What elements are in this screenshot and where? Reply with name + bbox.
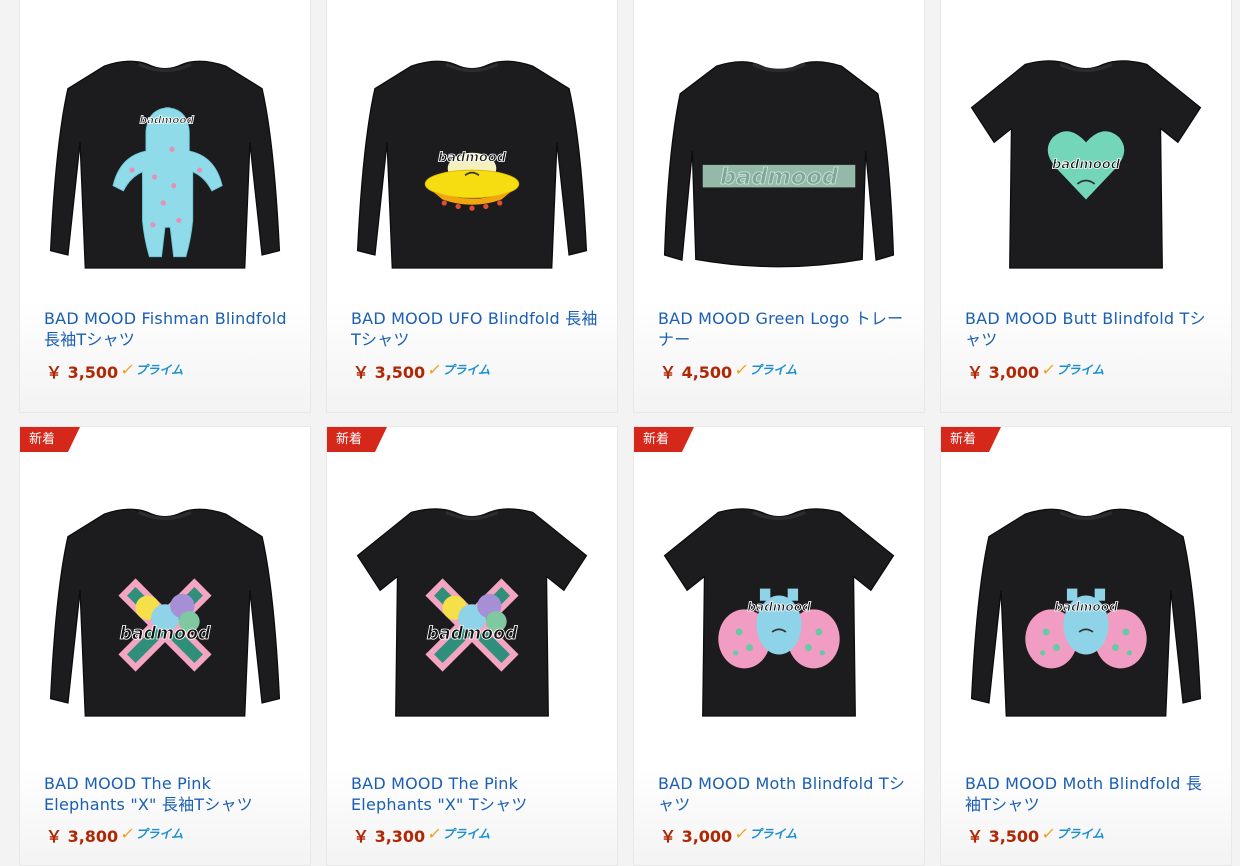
product-title-link[interactable]: BAD MOOD UFO Blindfold 長袖Tシャツ (351, 308, 599, 350)
product-card[interactable]: badmood 新着 BAD MOOD The Pink Elephants "… (326, 426, 618, 866)
prime-check-icon: ✓ (1040, 360, 1058, 379)
product-info: BAD MOOD Moth Blindfold 長袖Tシャツ ￥ 3,500 ✓… (941, 767, 1231, 865)
product-title-link[interactable]: BAD MOOD The Pink Elephants "X" 長袖Tシャツ (44, 773, 292, 815)
product-price: ￥ 3,500 (967, 827, 1040, 846)
product-grid: badmood BAD MOOD Fishman Blindfold 長袖Tシャ… (0, 0, 1240, 866)
svg-text:badmood: badmood (1052, 157, 1121, 172)
shirt-illustration: badmood (663, 60, 895, 267)
shirt-illustration: badmood (663, 508, 895, 717)
prime-label: プライム (442, 363, 491, 377)
prime-check-icon: ✓ (426, 360, 444, 379)
prime-label: プライム (749, 827, 798, 841)
prime-badge: ✓ プライム (1040, 360, 1105, 379)
product-price: ￥ 3,500 (353, 363, 426, 382)
svg-text:badmood: badmood (747, 600, 811, 614)
product-info: BAD MOOD The Pink Elephants "X" 長袖Tシャツ ￥… (20, 767, 310, 865)
product-info: BAD MOOD Green Logo トレーナー ￥ 4,500 ✓ プライム (634, 302, 924, 412)
shirt-illustration: badmood (49, 508, 281, 717)
product-image[interactable]: badmood (20, 11, 310, 316)
prime-check-icon: ✓ (426, 824, 444, 843)
product-title-link[interactable]: BAD MOOD Moth Blindfold Tシャツ (658, 773, 906, 815)
prime-badge: ✓ プライム (733, 824, 798, 843)
prime-label: プライム (442, 827, 491, 841)
shirt-illustration: badmood (49, 60, 281, 269)
product-card[interactable]: badmood BAD MOOD UFO Blindfold 長袖Tシャツ ￥ … (326, 0, 618, 413)
product-price: ￥ 4,500 (660, 363, 733, 382)
shirt-illustration: badmood (356, 508, 588, 717)
product-price: ￥ 3,000 (967, 363, 1040, 382)
product-title-link[interactable]: BAD MOOD Fishman Blindfold 長袖Tシャツ (44, 308, 292, 350)
product-title-link[interactable]: BAD MOOD Moth Blindfold 長袖Tシャツ (965, 773, 1213, 815)
prime-check-icon: ✓ (1040, 824, 1058, 843)
svg-text:badmood: badmood (438, 150, 507, 165)
shirt-illustration: badmood (356, 60, 588, 269)
prime-badge: ✓ プライム (426, 824, 491, 843)
product-card[interactable]: badmood BAD MOOD Butt Blindfold Tシャツ ￥ 3… (940, 0, 1232, 413)
product-info: BAD MOOD The Pink Elephants "X" Tシャツ ￥ 3… (327, 767, 617, 865)
prime-badge: ✓ プライム (1040, 824, 1105, 843)
prime-badge: ✓ プライム (119, 824, 184, 843)
product-image[interactable]: badmood (327, 447, 617, 777)
product-info: BAD MOOD Fishman Blindfold 長袖Tシャツ ￥ 3,50… (20, 302, 310, 412)
product-image[interactable]: badmood (634, 447, 924, 777)
product-price: ￥ 3,800 (46, 827, 119, 846)
prime-badge: ✓ プライム (119, 360, 184, 379)
prime-badge: ✓ プライム (733, 360, 798, 379)
svg-text:badmood: badmood (427, 624, 518, 644)
prime-label: プライム (135, 827, 184, 841)
prime-label: プライム (1056, 363, 1105, 377)
prime-check-icon: ✓ (119, 360, 137, 379)
prime-check-icon: ✓ (119, 824, 137, 843)
product-title-link[interactable]: BAD MOOD Butt Blindfold Tシャツ (965, 308, 1213, 350)
product-price: ￥ 3,000 (660, 827, 733, 846)
prime-label: プライム (1056, 827, 1105, 841)
prime-label: プライム (135, 363, 184, 377)
product-image[interactable]: badmood (327, 11, 617, 316)
svg-text:badmood: badmood (120, 624, 211, 644)
product-image[interactable]: badmood (941, 11, 1231, 316)
product-info: BAD MOOD Butt Blindfold Tシャツ ￥ 3,000 ✓ プラ… (941, 302, 1231, 412)
product-card[interactable]: badmood 新着 BAD MOOD The Pink Elephants "… (19, 426, 311, 866)
product-card[interactable]: badmood 新着 BAD MOOD Moth Blindfold 長袖Tシャ… (940, 426, 1232, 866)
svg-text:badmood: badmood (140, 114, 195, 126)
product-image[interactable]: badmood (20, 447, 310, 777)
prime-check-icon: ✓ (733, 824, 751, 843)
product-price: ￥ 3,500 (46, 363, 119, 382)
svg-text:badmood: badmood (720, 163, 839, 189)
shirt-illustration: badmood (970, 508, 1202, 717)
product-info: BAD MOOD Moth Blindfold Tシャツ ￥ 3,000 ✓ プラ… (634, 767, 924, 865)
svg-text:badmood: badmood (1054, 600, 1118, 614)
product-image[interactable]: badmood (941, 447, 1231, 777)
product-card[interactable]: badmood BAD MOOD Fishman Blindfold 長袖Tシャ… (19, 0, 311, 413)
product-title-link[interactable]: BAD MOOD Green Logo トレーナー (658, 308, 906, 350)
product-info: BAD MOOD UFO Blindfold 長袖Tシャツ ￥ 3,500 ✓ プ… (327, 302, 617, 412)
product-card[interactable]: badmood 新着 BAD MOOD Moth Blindfold Tシャツ … (633, 426, 925, 866)
product-price: ￥ 3,300 (353, 827, 426, 846)
prime-check-icon: ✓ (733, 360, 751, 379)
shirt-illustration: badmood (970, 59, 1202, 269)
prime-label: プライム (749, 363, 798, 377)
prime-badge: ✓ プライム (426, 360, 491, 379)
product-card[interactable]: badmood BAD MOOD Green Logo トレーナー ￥ 4,50… (633, 0, 925, 413)
product-title-link[interactable]: BAD MOOD The Pink Elephants "X" Tシャツ (351, 773, 599, 815)
product-image[interactable]: badmood (634, 11, 924, 316)
